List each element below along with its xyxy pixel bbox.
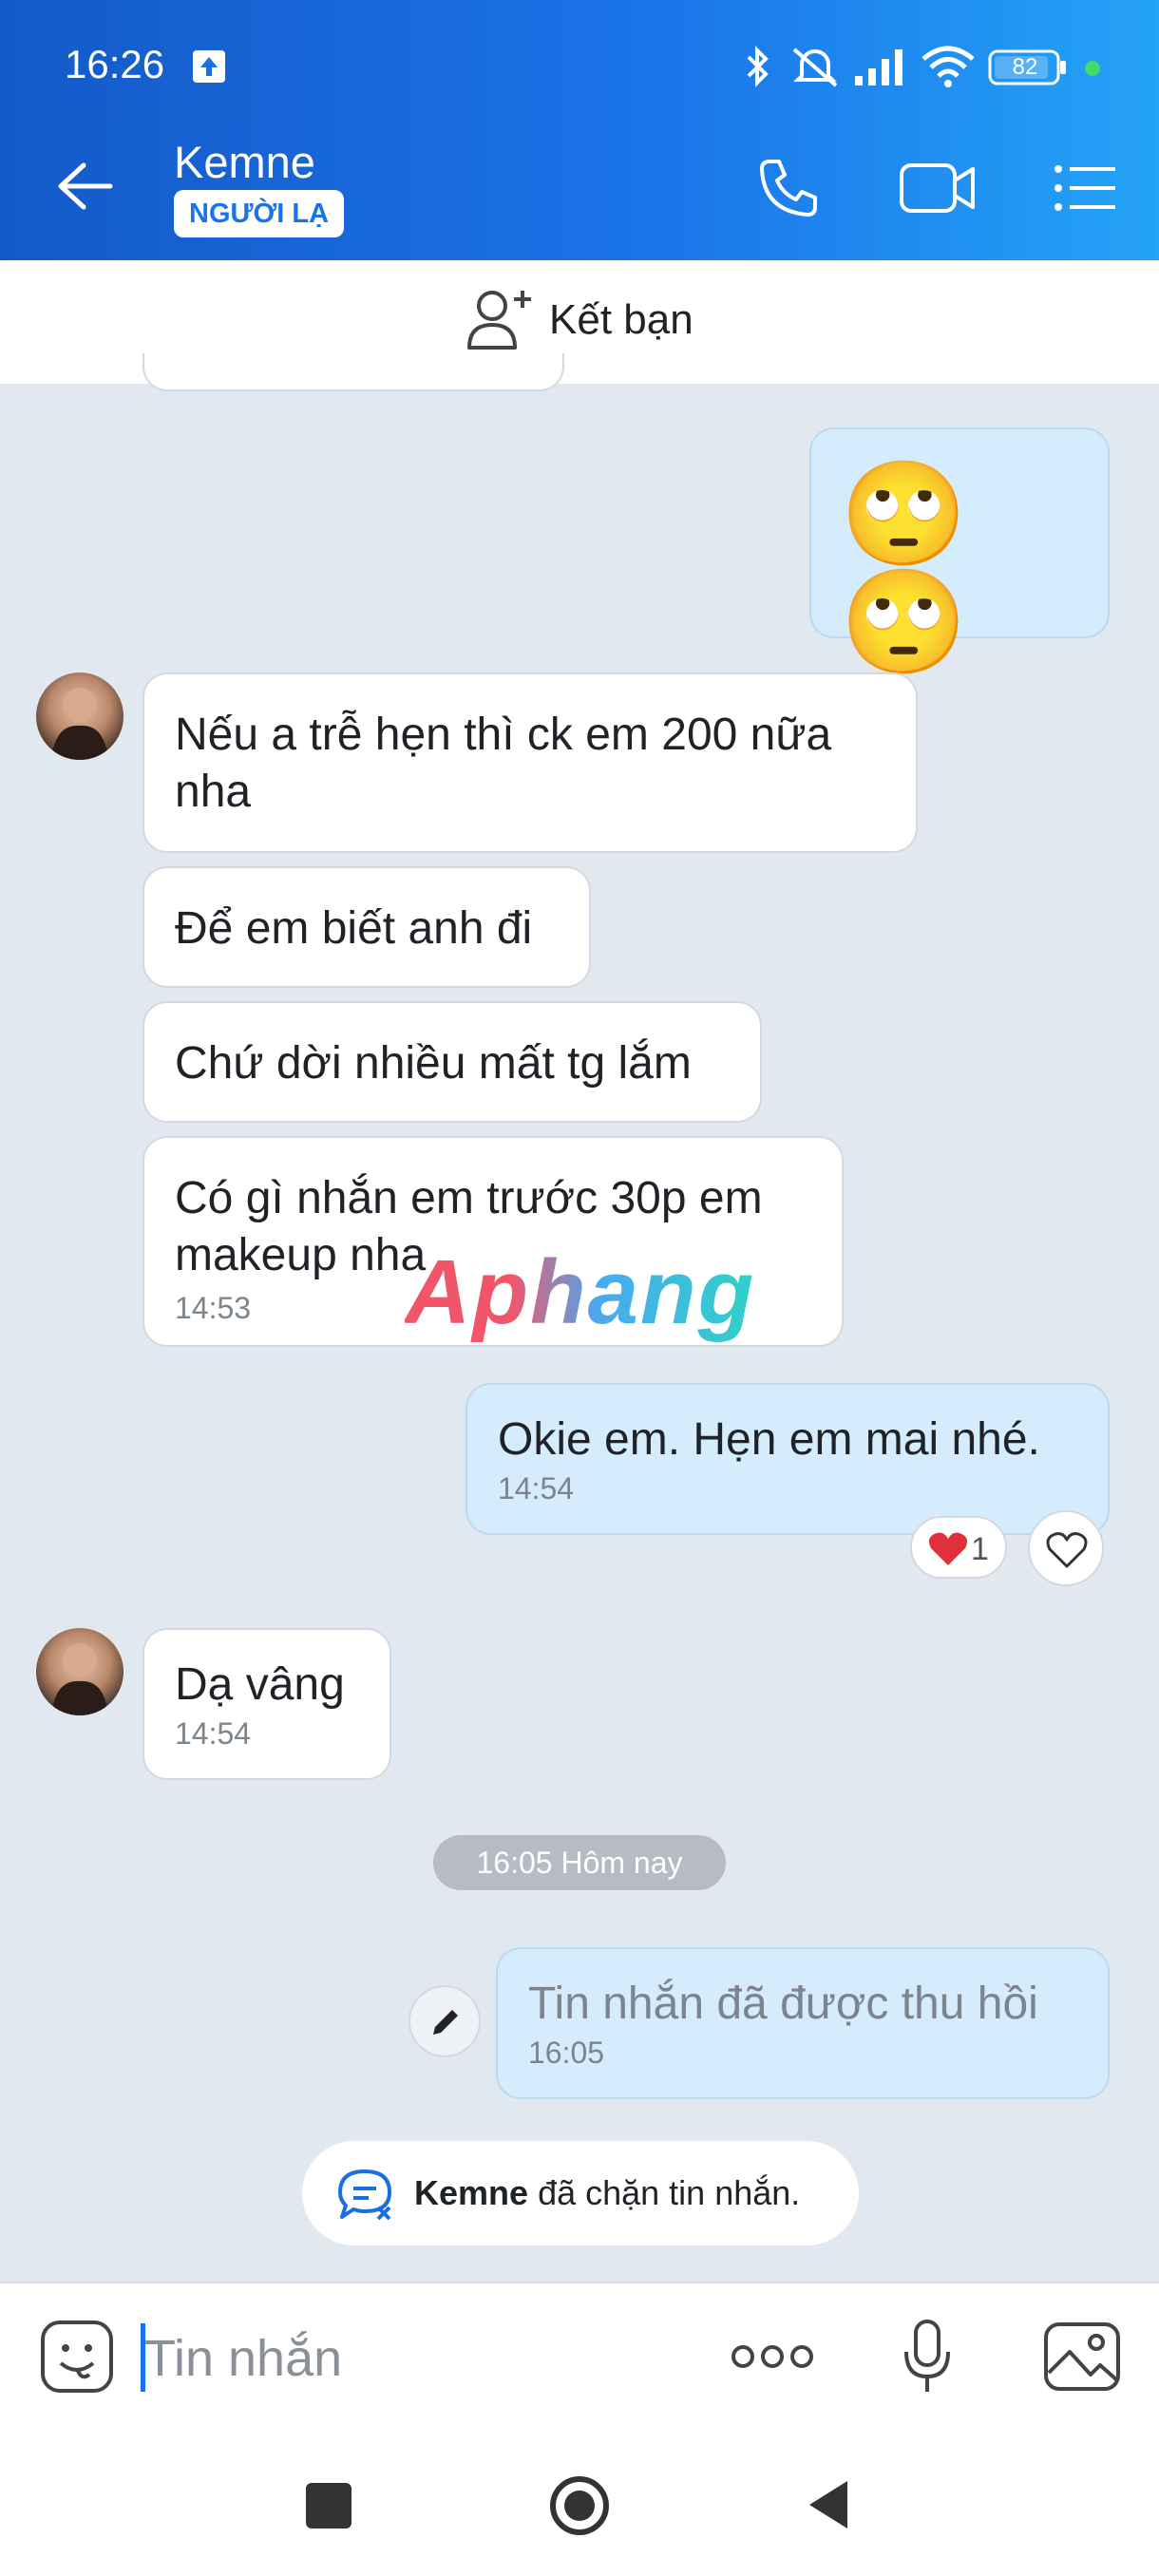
contact-avatar[interactable] <box>36 1628 124 1715</box>
microphone-icon[interactable] <box>902 2318 952 2396</box>
back-arrow-icon[interactable] <box>55 160 114 213</box>
message-input[interactable]: Tin nhắn <box>144 2329 342 2388</box>
reaction-count: 1 <box>971 1531 989 1567</box>
emoji-content: 🙄🙄 <box>840 456 974 679</box>
message-bubble-outgoing[interactable]: Okie em. Hẹn em mai nhé. 14:54 <box>466 1383 1110 1535</box>
message-time: 16:05 <box>528 2036 605 2070</box>
pencil-icon <box>433 2010 458 2035</box>
message-text: Để em biết anh đi <box>175 903 533 954</box>
message-text: Dạ vâng <box>175 1659 345 1710</box>
recalled-message-bubble[interactable]: Tin nhắn đã được thu hồi 16:05 <box>496 1947 1110 2099</box>
message-bubble-outgoing[interactable]: 🙄🙄 14:52 <box>809 427 1110 723</box>
sticker-icon[interactable] <box>40 2320 114 2394</box>
react-button[interactable] <box>1028 1510 1104 1586</box>
message-bubble-incoming[interactable]: Để em biết anh đi <box>142 866 591 988</box>
message-text: Chứ dời nhiều mất tg lắm <box>175 1038 692 1089</box>
battery-level: 82 <box>1012 54 1038 80</box>
video-call-icon[interactable] <box>899 158 977 217</box>
image-gallery-icon[interactable] <box>1043 2321 1121 2392</box>
signal-icon <box>855 49 902 85</box>
watermark-logo: Aphang <box>405 1241 756 1343</box>
message-text: Tin nhắn đã được thu hồi <box>528 1979 1038 2029</box>
status-time: 16:26 <box>65 42 165 86</box>
stranger-badge: NGƯỜI LẠ <box>174 190 345 237</box>
date-separator: 16:05 Hôm nay <box>433 1835 726 1890</box>
heart-reaction-icon <box>929 1532 967 1565</box>
add-friend-label[interactable]: Kết bạn <box>549 296 694 344</box>
previous-message-bubble <box>142 353 564 391</box>
status-bar: 16:26 82 <box>0 0 1159 112</box>
message-time: 14:54 <box>175 1716 252 1751</box>
home-button[interactable] <box>547 2473 612 2538</box>
recent-apps-button[interactable] <box>306 2483 352 2529</box>
reaction-badge[interactable]: 1 <box>910 1516 1007 1579</box>
edit-button[interactable] <box>408 1985 481 2057</box>
message-text: Okie em. Hẹn em mai nhé. <box>498 1414 1040 1465</box>
block-notice-text: Kemne đã chặn tin nhắn. <box>414 2173 801 2212</box>
menu-list-icon[interactable] <box>1053 161 1117 215</box>
block-notice: Kemne đã chặn tin nhắn. <box>302 2141 859 2245</box>
message-time: 14:54 <box>498 1471 575 1506</box>
add-friend-icon[interactable] <box>466 287 536 351</box>
message-bubble-incoming[interactable]: Dạ vâng 14:54 <box>142 1628 391 1780</box>
wifi-icon <box>922 46 975 87</box>
more-options-icon[interactable] <box>730 2342 815 2371</box>
voice-call-icon[interactable] <box>756 156 821 220</box>
message-bubble-incoming[interactable]: Nếu a trễ hẹn thì ck em 200 nữa nha <box>142 672 918 853</box>
contact-name[interactable]: Kemne <box>174 136 315 188</box>
message-text: Nếu a trễ hẹn thì ck em 200 nữa nha <box>175 710 832 817</box>
contact-avatar[interactable] <box>36 672 124 760</box>
charging-dot <box>1085 61 1100 76</box>
mute-bell-icon <box>792 47 838 87</box>
upload-notification-icon <box>193 50 225 83</box>
bluetooth-icon <box>747 46 769 87</box>
message-bubble-incoming[interactable]: Chứ dời nhiều mất tg lắm <box>142 1001 762 1123</box>
back-button[interactable] <box>806 2477 853 2532</box>
heart-outline-icon <box>1046 1532 1088 1568</box>
blocked-chat-icon <box>338 2169 391 2221</box>
